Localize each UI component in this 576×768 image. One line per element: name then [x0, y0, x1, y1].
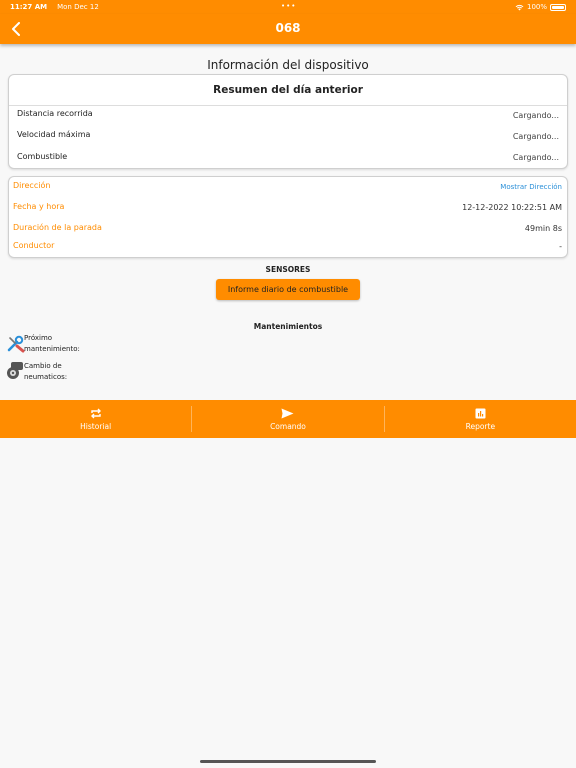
summary-card: Resumen del día anterior Distancia recor…: [8, 74, 568, 169]
fuel-report-button[interactable]: Informe diario de combustible: [216, 279, 360, 300]
nav-report[interactable]: Reporte: [385, 400, 576, 438]
summary-title: Resumen del día anterior: [213, 84, 363, 96]
wrench-icon: [7, 335, 25, 353]
wifi-icon: [515, 4, 524, 10]
row-label: Dirección: [13, 181, 51, 190]
status-right: 100%: [515, 3, 566, 11]
show-address-link[interactable]: Mostrar Dirección: [500, 183, 562, 191]
home-indicator[interactable]: [200, 760, 376, 763]
row-value: 12-12-2022 10:22:51 AM: [462, 203, 562, 212]
row-value: -: [559, 242, 562, 251]
maintenance-title: Mantenimientos: [253, 322, 323, 331]
bottom-nav: Historial Comando Reporte: [0, 400, 576, 438]
row-label: Fecha y hora: [13, 202, 65, 211]
send-icon: [281, 408, 294, 419]
summary-row-fuel: Combustible Cargando...: [17, 152, 559, 162]
page-title: Información del dispositivo: [207, 58, 369, 72]
status-bar: 11:27 AM Mon Dec 12 ••• 100%: [0, 0, 576, 14]
battery-icon: [550, 3, 566, 11]
nav-command[interactable]: Comando: [192, 400, 383, 438]
status-date: Mon Dec 12: [57, 3, 99, 11]
info-row-driver: Conductor -: [13, 241, 562, 251]
repeat-icon: [90, 408, 101, 419]
row-label: Duración de la parada: [13, 223, 102, 232]
info-row-stop-duration: Duración de la parada 49min 8s: [13, 223, 562, 233]
tire-icon: [7, 362, 23, 379]
row-value: Cargando...: [512, 132, 559, 141]
divider: [9, 105, 567, 106]
summary-row-max-speed: Velocidad máxima Cargando...: [17, 130, 559, 141]
maintenance-label: Próximo mantenimiento:: [24, 334, 80, 353]
row-value: Cargando...: [512, 153, 559, 162]
app-bar: 068: [0, 14, 576, 44]
row-value: 49min 8s: [524, 224, 562, 233]
nav-label: Comando: [270, 422, 306, 431]
sensors-title: SENSORES: [265, 265, 311, 274]
info-row-address: Dirección Mostrar Dirección: [13, 181, 562, 191]
nav-label: Historial: [80, 422, 112, 431]
row-label: Combustible: [17, 152, 68, 161]
info-row-datetime: Fecha y hora 12-12-2022 10:22:51 AM: [13, 202, 562, 212]
row-value: Cargando...: [512, 111, 559, 120]
row-label: Distancia recorrida: [17, 109, 93, 118]
maintenance-item-tires[interactable]: Cambio de neumaticos:: [6, 361, 126, 385]
summary-row-distance: Distancia recorrida Cargando...: [17, 109, 559, 120]
battery-percent: 100%: [526, 3, 547, 11]
nav-history[interactable]: Historial: [0, 400, 191, 438]
status-time: 11:27 AM: [10, 3, 48, 11]
multitask-dots-icon[interactable]: •••: [281, 2, 296, 10]
report-icon: [475, 408, 486, 419]
maintenance-label: Cambio de neumaticos:: [24, 362, 68, 381]
device-info-card: Dirección Mostrar Dirección Fecha y hora…: [8, 176, 568, 258]
nav-label: Reporte: [465, 422, 496, 431]
row-label: Conductor: [13, 241, 55, 250]
app-title: 068: [275, 21, 301, 35]
maintenance-item-next[interactable]: Próximo mantenimiento:: [6, 333, 126, 357]
row-label: Velocidad máxima: [17, 130, 91, 139]
